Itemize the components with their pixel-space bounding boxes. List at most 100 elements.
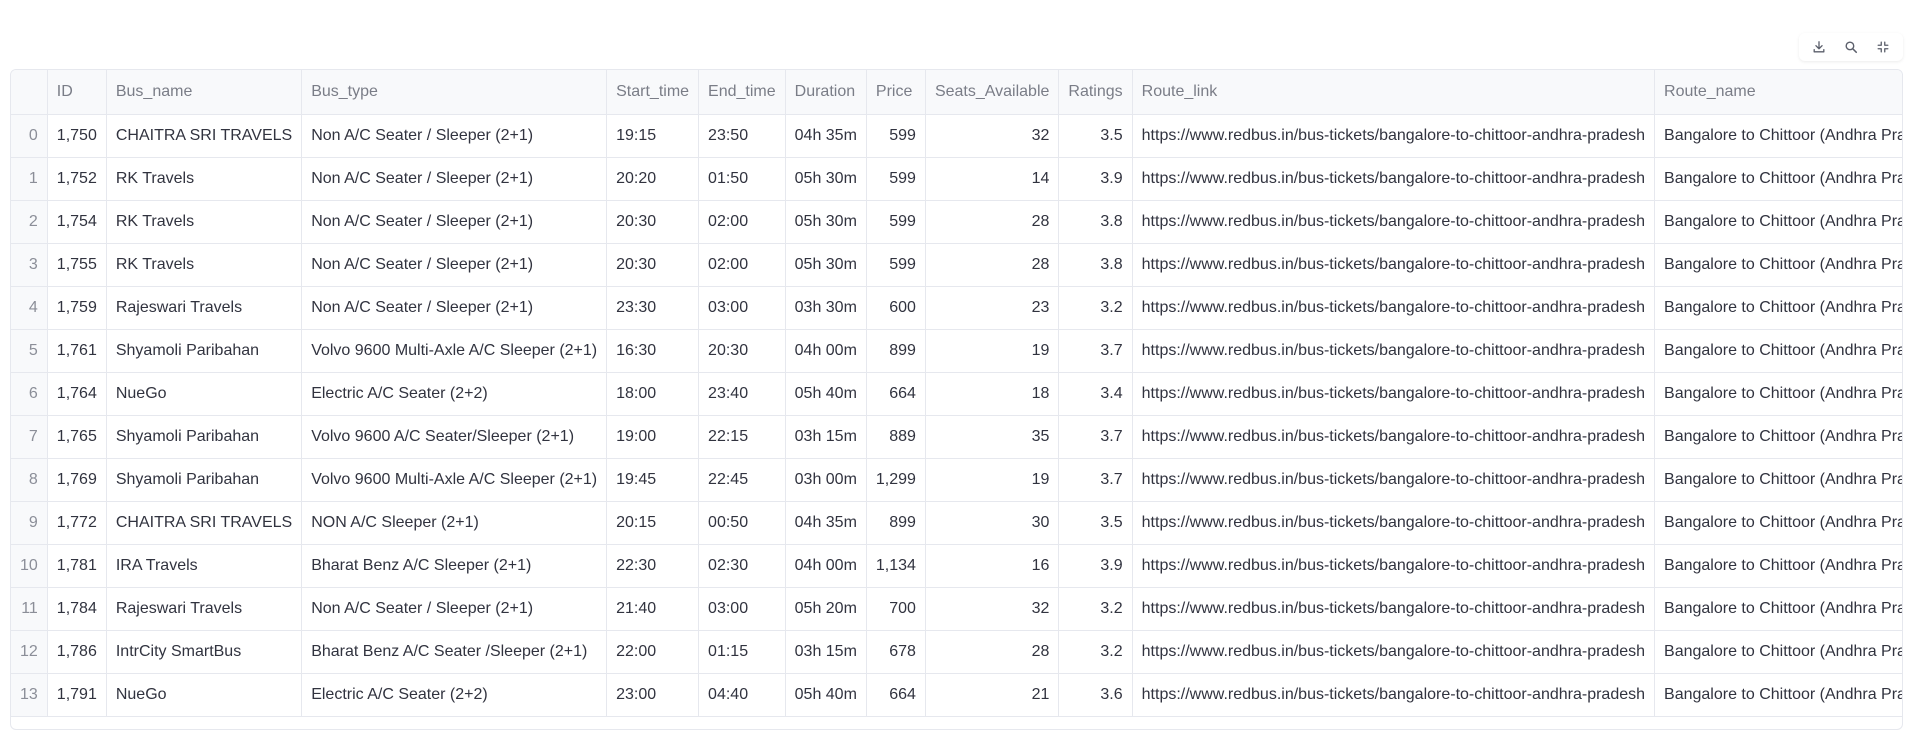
cell-duration[interactable]: 03h 00m xyxy=(785,458,867,502)
cell-bus-type[interactable]: Non A/C Seater / Sleeper (2+1) xyxy=(301,243,608,287)
cell-route-link[interactable]: https://www.redbus.in/bus-tickets/bangal… xyxy=(1132,200,1656,244)
cell-price[interactable]: 899 xyxy=(866,329,926,373)
cell-id[interactable]: 1,772 xyxy=(47,501,107,545)
cell-route-link[interactable]: https://www.redbus.in/bus-tickets/bangal… xyxy=(1132,157,1656,201)
cell-route-name[interactable]: Bangalore to Chittoor (Andhra Pradesh) xyxy=(1654,630,1902,674)
cell-route-name[interactable]: Bangalore to Chittoor (Andhra Pradesh) xyxy=(1654,587,1902,631)
cell-id[interactable]: 1,769 xyxy=(47,458,107,502)
download-button[interactable] xyxy=(1803,33,1835,61)
cell-duration[interactable]: 03h 30m xyxy=(785,286,867,330)
column-header-route-name[interactable]: Route_name xyxy=(1654,70,1902,115)
cell-end-time[interactable]: 22:15 xyxy=(698,415,786,459)
cell-price[interactable]: 700 xyxy=(866,587,926,631)
cell-bus-type[interactable]: Non A/C Seater / Sleeper (2+1) xyxy=(301,200,608,244)
cell-start-time[interactable]: 20:30 xyxy=(606,243,700,287)
cell-route-name[interactable]: Bangalore to Chittoor (Andhra Pradesh) xyxy=(1654,243,1902,287)
cell-duration[interactable]: 05h 20m xyxy=(785,587,867,631)
cell-ratings[interactable]: 3.4 xyxy=(1058,372,1133,416)
cell-duration[interactable]: 05h 40m xyxy=(785,372,867,416)
cell-price[interactable]: 599 xyxy=(866,114,926,158)
cell-ratings[interactable]: 3.8 xyxy=(1058,200,1133,244)
cell-end-time[interactable]: 01:15 xyxy=(698,630,786,674)
cell-end-time[interactable]: 03:00 xyxy=(698,587,786,631)
column-header-id[interactable]: ID xyxy=(47,70,107,115)
cell-id[interactable]: 1,786 xyxy=(47,630,107,674)
cell-price[interactable]: 1,134 xyxy=(866,544,926,588)
table-row[interactable]: 5 1,761 Shyamoli Paribahan Volvo 9600 Multi… xyxy=(11,329,1902,373)
cell-id[interactable]: 1,750 xyxy=(47,114,107,158)
cell-id[interactable]: 1,754 xyxy=(47,200,107,244)
column-header-bus-name[interactable]: Bus_name xyxy=(106,70,303,115)
cell-id[interactable]: 1,755 xyxy=(47,243,107,287)
table-row[interactable]: 13 1,791 NueGo Electric A/C Seater (2+2) 23:… xyxy=(11,673,1902,717)
cell-price[interactable]: 1,299 xyxy=(866,458,926,502)
cell-seats-available[interactable]: 32 xyxy=(925,114,1060,158)
cell-seats-available[interactable]: 30 xyxy=(925,501,1060,545)
cell-bus-type[interactable]: Bharat Benz A/C Sleeper (2+1) xyxy=(301,544,608,588)
table-row[interactable]: 10 1,781 IRA Travels Bharat Benz A/C Sleepe… xyxy=(11,544,1902,588)
cell-route-name[interactable]: Bangalore to Chittoor (Andhra Pradesh) xyxy=(1654,372,1902,416)
table-row[interactable]: 9 1,772 CHAITRA SRI TRAVELS NON A/C Sleeper… xyxy=(11,501,1902,545)
cell-route-name[interactable]: Bangalore to Chittoor (Andhra Pradesh) xyxy=(1654,501,1902,545)
cell-route-name[interactable]: Bangalore to Chittoor (Andhra Pradesh) xyxy=(1654,329,1902,373)
cell-bus-type[interactable]: NON A/C Sleeper (2+1) xyxy=(301,501,608,545)
cell-bus-name[interactable]: Shyamoli Paribahan xyxy=(106,458,303,502)
column-header-bus-type[interactable]: Bus_type xyxy=(301,70,608,115)
cell-route-name[interactable]: Bangalore to Chittoor (Andhra Pradesh) xyxy=(1654,673,1902,717)
table-row[interactable]: 3 1,755 RK Travels Non A/C Seater / Sleeper… xyxy=(11,243,1902,287)
cell-route-link[interactable]: https://www.redbus.in/bus-tickets/bangal… xyxy=(1132,673,1656,717)
cell-end-time[interactable]: 02:00 xyxy=(698,200,786,244)
column-header-duration[interactable]: Duration xyxy=(785,70,867,115)
cell-price[interactable]: 599 xyxy=(866,157,926,201)
table-row[interactable]: 4 1,759 Rajeswari Travels Non A/C Seater / … xyxy=(11,286,1902,330)
cell-bus-type[interactable]: Non A/C Seater / Sleeper (2+1) xyxy=(301,157,608,201)
cell-bus-name[interactable]: RK Travels xyxy=(106,200,303,244)
cell-start-time[interactable]: 20:15 xyxy=(606,501,700,545)
cell-ratings[interactable]: 3.7 xyxy=(1058,329,1133,373)
cell-end-time[interactable]: 00:50 xyxy=(698,501,786,545)
cell-seats-available[interactable]: 18 xyxy=(925,372,1060,416)
cell-bus-name[interactable]: CHAITRA SRI TRAVELS xyxy=(106,501,303,545)
cell-route-link[interactable]: https://www.redbus.in/bus-tickets/bangal… xyxy=(1132,243,1656,287)
cell-route-name[interactable]: Bangalore to Chittoor (Andhra Pradesh) xyxy=(1654,286,1902,330)
search-button[interactable] xyxy=(1835,33,1867,61)
cell-seats-available[interactable]: 14 xyxy=(925,157,1060,201)
cell-id[interactable]: 1,764 xyxy=(47,372,107,416)
column-header-seats-available[interactable]: Seats_Available xyxy=(925,70,1060,115)
table-row[interactable]: 6 1,764 NueGo Electric A/C Seater (2+2) 18:0… xyxy=(11,372,1902,416)
cell-bus-name[interactable]: Shyamoli Paribahan xyxy=(106,415,303,459)
cell-bus-name[interactable]: RK Travels xyxy=(106,243,303,287)
cell-start-time[interactable]: 16:30 xyxy=(606,329,700,373)
cell-route-name[interactable]: Bangalore to Chittoor (Andhra Pradesh) xyxy=(1654,458,1902,502)
cell-bus-type[interactable]: Non A/C Seater / Sleeper (2+1) xyxy=(301,587,608,631)
cell-route-link[interactable]: https://www.redbus.in/bus-tickets/bangal… xyxy=(1132,544,1656,588)
cell-route-link[interactable]: https://www.redbus.in/bus-tickets/bangal… xyxy=(1132,286,1656,330)
cell-start-time[interactable]: 19:00 xyxy=(606,415,700,459)
cell-id[interactable]: 1,761 xyxy=(47,329,107,373)
cell-start-time[interactable]: 19:15 xyxy=(606,114,700,158)
cell-price[interactable]: 600 xyxy=(866,286,926,330)
column-header-price[interactable]: Price xyxy=(866,70,926,115)
cell-start-time[interactable]: 22:30 xyxy=(606,544,700,588)
table-row[interactable]: 12 1,786 IntrCity SmartBus Bharat Benz A/C … xyxy=(11,630,1902,674)
cell-duration[interactable]: 05h 30m xyxy=(785,157,867,201)
cell-bus-name[interactable]: IRA Travels xyxy=(106,544,303,588)
cell-end-time[interactable]: 03:00 xyxy=(698,286,786,330)
table-row[interactable]: 8 1,769 Shyamoli Paribahan Volvo 9600 Multi… xyxy=(11,458,1902,502)
cell-price[interactable]: 599 xyxy=(866,200,926,244)
cell-duration[interactable]: 05h 30m xyxy=(785,243,867,287)
cell-id[interactable]: 1,784 xyxy=(47,587,107,631)
cell-end-time[interactable]: 20:30 xyxy=(698,329,786,373)
cell-start-time[interactable]: 20:30 xyxy=(606,200,700,244)
cell-route-link[interactable]: https://www.redbus.in/bus-tickets/bangal… xyxy=(1132,630,1656,674)
cell-route-link[interactable]: https://www.redbus.in/bus-tickets/bangal… xyxy=(1132,415,1656,459)
column-header-start-time[interactable]: Start_time xyxy=(606,70,700,115)
cell-bus-type[interactable]: Bharat Benz A/C Seater /Sleeper (2+1) xyxy=(301,630,608,674)
cell-route-name[interactable]: Bangalore to Chittoor (Andhra Pradesh) xyxy=(1654,157,1902,201)
cell-seats-available[interactable]: 21 xyxy=(925,673,1060,717)
cell-bus-name[interactable]: NueGo xyxy=(106,372,303,416)
cell-id[interactable]: 1,759 xyxy=(47,286,107,330)
cell-id[interactable]: 1,781 xyxy=(47,544,107,588)
column-header-route-link[interactable]: Route_link xyxy=(1132,70,1656,115)
table-row[interactable]: 7 1,765 Shyamoli Paribahan Volvo 9600 A/C S… xyxy=(11,415,1902,459)
